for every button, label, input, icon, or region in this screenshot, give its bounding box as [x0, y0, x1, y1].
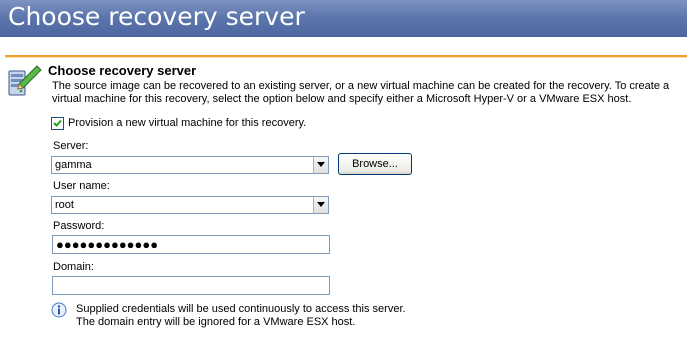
username-combobox[interactable]: root — [51, 196, 329, 214]
info-line-2: The domain entry will be ignored for a V… — [76, 316, 356, 328]
domain-label: Domain: — [53, 261, 94, 273]
server-combobox[interactable]: gamma — [51, 156, 329, 174]
username-dropdown-button[interactable] — [313, 197, 328, 213]
browse-button[interactable]: Browse... — [338, 153, 412, 175]
info-line-1: Supplied credentials will be used contin… — [76, 303, 406, 315]
password-field[interactable]: ●●●●●●●●●●●●● — [52, 235, 330, 254]
provision-vm-checkbox[interactable] — [51, 117, 64, 130]
header-divider-shadow — [5, 57, 687, 58]
password-label: Password: — [53, 220, 105, 232]
checkmark-icon — [53, 119, 62, 127]
server-recovery-icon — [7, 62, 43, 98]
banner-title: Choose recovery server — [8, 2, 305, 31]
server-label: Server: — [53, 140, 89, 152]
info-icon — [51, 302, 67, 318]
username-value: root — [55, 199, 74, 211]
username-label: User name: — [53, 180, 110, 192]
info-message: Supplied credentials will be used contin… — [76, 303, 406, 329]
chevron-down-icon — [317, 202, 325, 207]
wizard-banner: Choose recovery server — [0, 0, 687, 37]
provision-vm-label[interactable]: Provision a new virtual machine for this… — [68, 117, 306, 129]
server-dropdown-button[interactable] — [313, 157, 328, 173]
domain-field[interactable] — [52, 276, 330, 295]
password-value: ●●●●●●●●●●●●● — [56, 237, 159, 252]
section-description: The source image can be recovered to an … — [52, 80, 670, 105]
server-value: gamma — [55, 159, 92, 171]
chevron-down-icon — [317, 162, 325, 167]
section-title: Choose recovery server — [48, 63, 197, 78]
